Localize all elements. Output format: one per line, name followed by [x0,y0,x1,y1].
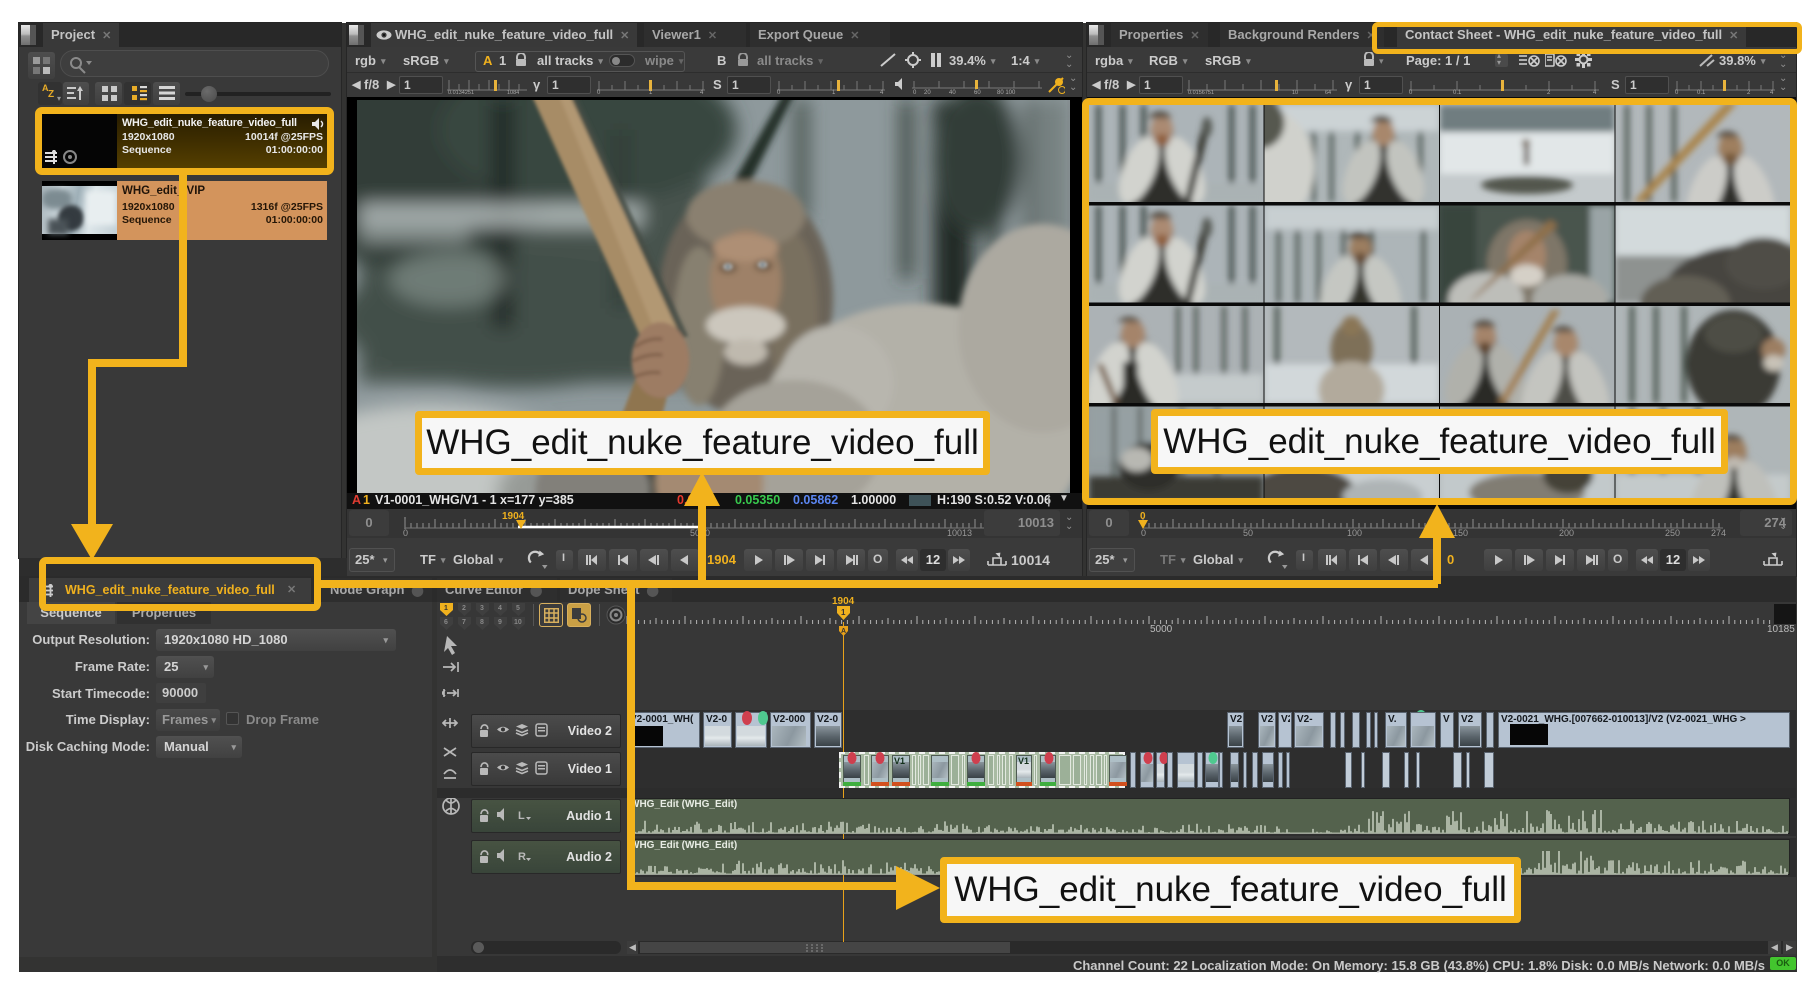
svg-text:2: 2 [1747,90,1751,94]
svg-text:1: 1 [841,608,846,617]
svg-text:50: 50 [1243,528,1253,537]
svg-text:0.0134251: 0.0134251 [448,90,474,94]
svg-text:274: 274 [1711,528,1726,537]
svg-text:200: 200 [1559,528,1574,537]
svg-text:64: 64 [1325,90,1331,94]
svg-text:1: 1 [649,90,653,94]
svg-text:10: 10 [1292,90,1298,94]
svg-text:150: 150 [1453,528,1468,537]
svg-text:10185: 10185 [1767,624,1795,634]
svg-text:0.1: 0.1 [1453,90,1462,94]
svg-text:0: 0 [913,90,917,94]
svg-text:5000: 5000 [1150,624,1173,634]
svg-text:1: 1 [832,90,836,94]
svg-text:0: 0 [1141,528,1146,537]
svg-text:4: 4 [1770,90,1774,94]
svg-text:0: 0 [1409,90,1413,94]
svg-text:20: 20 [924,90,931,94]
svg-text:40: 40 [949,90,956,94]
svg-text:1904: 1904 [832,596,855,607]
svg-text:60: 60 [974,90,981,94]
svg-text:80 100: 80 100 [997,90,1016,94]
svg-text:100: 100 [1347,528,1362,537]
svg-text:250: 250 [1665,528,1680,537]
svg-text:A: A [841,628,846,635]
svg-text:0.0156751: 0.0156751 [1188,90,1214,94]
svg-text:R: R [518,851,526,863]
svg-text:0: 0 [777,90,781,94]
svg-text:10013: 10013 [947,528,972,537]
svg-text:0: 0 [597,90,601,94]
svg-text:0: 0 [403,528,408,537]
svg-text:4: 4 [880,90,884,94]
svg-text:L: L [518,810,525,822]
svg-text:0.1: 0.1 [1697,90,1706,94]
svg-text:2: 2 [1547,90,1551,94]
svg-text:0: 0 [1675,90,1679,94]
svg-text:4: 4 [1593,90,1597,94]
svg-text:1084: 1084 [507,90,519,94]
svg-text:4: 4 [700,90,704,94]
